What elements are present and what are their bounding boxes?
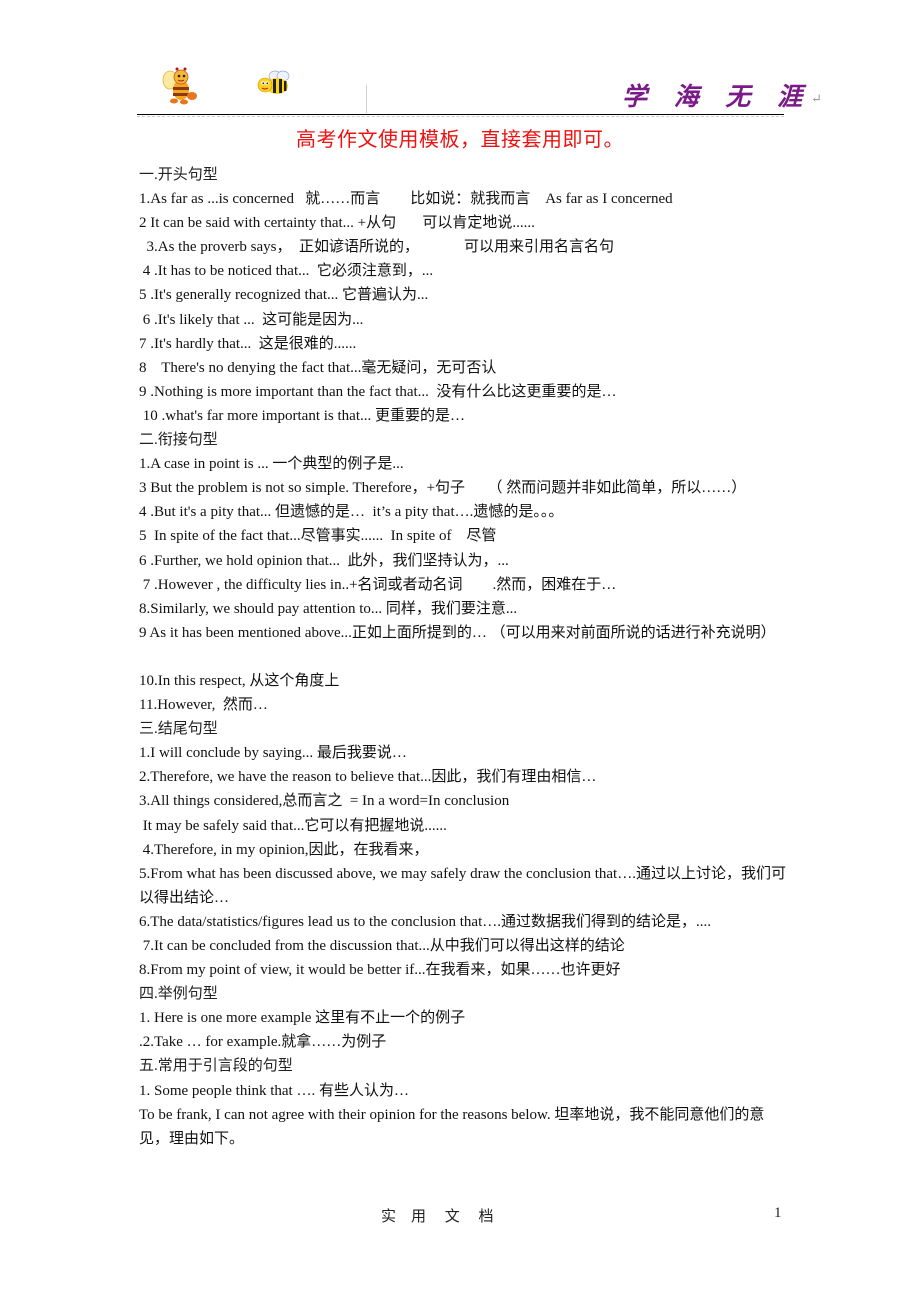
sentence-pattern-line: 4 .It has to be noticed that... 它必须注意到，.… [139,263,434,280]
sentence-pattern-line: 1.I will conclude by saying... 最后我要说… [139,745,407,762]
header-rule [137,114,784,115]
sentence-pattern-line: 4.Therefore, in my opinion,因此，在我看来， [139,841,429,858]
sentence-pattern-line: 1.As far as ...is concerned 就……而言 比如说：就我… [139,191,673,208]
header-divider [366,85,367,113]
header-brand-text: 学 海 无 涯 [622,82,812,111]
sentence-pattern-line: 7.It can be concluded from the discussio… [139,938,625,954]
sentence-pattern-line: 5 In spite of the fact that...尽管事实......… [139,528,497,545]
section-heading: 五.常用于引言段的句型 [139,1058,293,1075]
sentence-pattern-line: 9 As it has been mentioned above...正如上面所… [139,624,776,641]
sentence-pattern-line: 6.The data/statistics/figures lead us to… [139,913,712,930]
sentence-pattern-line: 4 .But it's a pity that... 但遗憾的是… it’s a… [139,504,564,521]
section-heading: 一.开头句型 [139,167,218,183]
sentence-pattern-line: 2 It can be said with certainty that... … [139,215,535,232]
document-body: 一.开头句型 1.As far as ...is concerned 就……而言 … [139,163,789,1151]
page-number: 1 [774,1205,782,1221]
sentence-pattern-line: 10 .what's far more important is that...… [139,407,465,424]
sentence-pattern-line: .2.Take … for example.就拿……为例子 [139,1034,387,1051]
sentence-pattern-line: 3 But the problem is not so simple. Ther… [139,480,747,497]
sentence-pattern-line: 2.Therefore, we have the reason to belie… [139,769,597,786]
bee-mascot-icon [160,66,200,106]
sentence-pattern-line: 9 .Nothing is more important than the fa… [139,383,617,400]
sentence-pattern-line: 10.In this respect, 从这个角度上 [139,672,340,689]
page-footer: 实 用 文 档 1 [0,1205,920,1227]
document-title: 高考作文使用模板，直接套用即可。 [296,129,624,151]
bee-icon [256,70,292,96]
sentence-pattern-line: It may be safely said that...它可以有把握地说...… [139,817,447,834]
header-brand: 学 海 无 涯↵ [622,82,822,115]
sentence-pattern-line: To be frank, I can not agree with their … [139,1106,765,1147]
sentence-pattern-line: 8.Similarly, we should pay attention to.… [139,600,518,617]
sentence-pattern-line: 1. Here is one more example 这里有不止一个的例子 [139,1010,466,1027]
sentence-pattern-line: 3.As the proverb says， 正如谚语所说的， 可以用来引用名言… [139,239,614,256]
sentence-pattern-line: 5.From what has been discussed above, we… [139,865,786,906]
footer-text: 实 用 文 档 [381,1209,494,1225]
sentence-pattern-line: 7 .However , the difficulty lies in..+名词… [139,576,617,593]
section-heading: 四.举例句型 [139,986,218,1003]
sentence-pattern-line: 5 .It's generally recognized that... 它普遍… [139,287,429,304]
header-rule-dashed [137,116,784,117]
paragraph-mark-icon: ↵ [811,92,823,107]
sentence-pattern-line: 6 .Further, we hold opinion that... 此外，我… [139,552,509,569]
sentence-pattern-line: 1. Some people think that …. 有些人认为… [139,1082,409,1099]
sentence-pattern-line: 11.However, 然而… [139,697,268,714]
sentence-pattern-line: 1.A case in point is ... 一个典型的例子是... [139,456,404,473]
sentence-pattern-line: 7 .It's hardly that... 这是很难的...... [139,335,357,352]
sentence-pattern-line: 8 There's no denying the fact that...毫无疑… [139,359,497,376]
section-heading: 三.结尾句型 [139,721,218,738]
section-heading: 二.衔接句型 [139,432,218,449]
sentence-pattern-line: 3.All things considered,总而言之 = In a word… [139,793,510,810]
sentence-pattern-line: 6 .It's likely that ... 这可能是因为... [139,311,364,328]
document-page: 学 海 无 涯↵ 高考作文使用模板，直接套用即可。 一.开头句型 1.As far… [0,0,920,1302]
sentence-pattern-line: 8.From my point of view, it would be bet… [139,962,621,979]
